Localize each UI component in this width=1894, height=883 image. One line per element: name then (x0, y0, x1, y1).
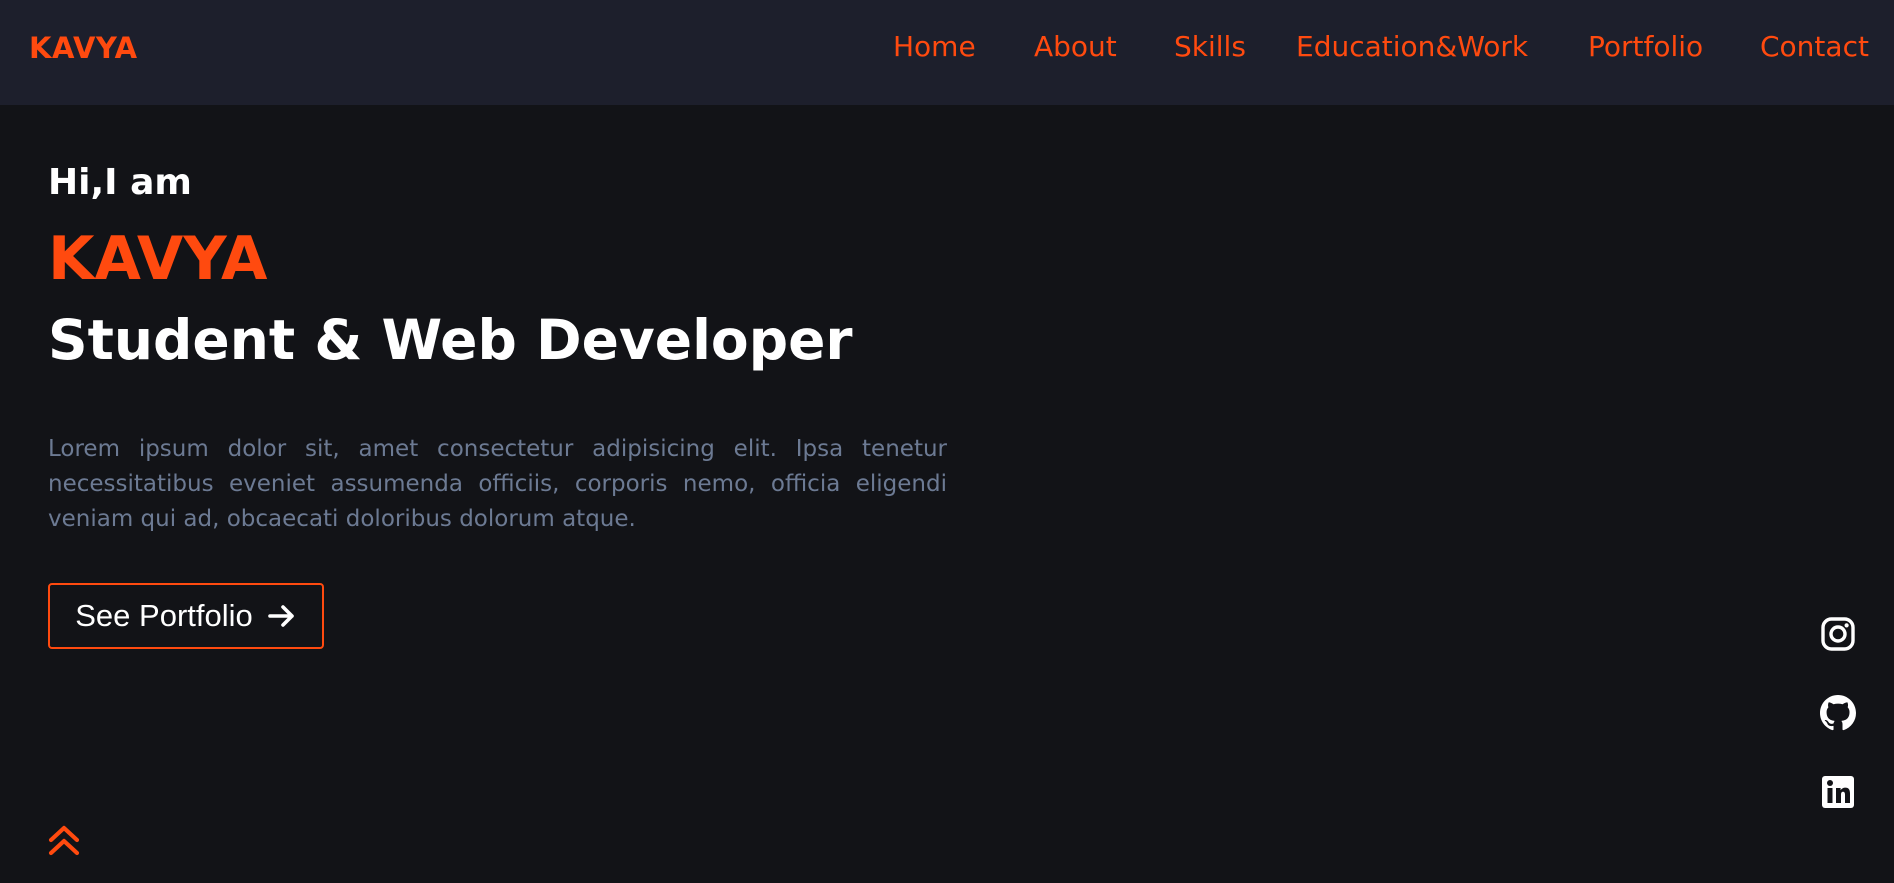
nav-link-contact[interactable]: Contact (1760, 29, 1869, 65)
nav-link-education-work[interactable]: Education&Work (1296, 29, 1528, 65)
nav-link-skills[interactable]: Skills (1174, 29, 1246, 65)
linkedin-link[interactable] (1820, 774, 1856, 810)
hero-name: KAVYA (48, 224, 268, 294)
hero-role: Student & Web Developer (48, 308, 853, 372)
see-portfolio-label: See Portfolio (75, 598, 253, 633)
nav-link-home[interactable]: Home (893, 29, 976, 65)
hero-greeting: Hi,I am (48, 162, 192, 203)
arrow-right-icon (267, 605, 294, 627)
logo[interactable]: KAVYA (29, 30, 138, 66)
navbar: KAVYA Home About Skills Education&Work P… (0, 0, 1894, 105)
github-link[interactable] (1820, 695, 1856, 731)
linkedin-icon (1822, 776, 1854, 808)
nav-link-portfolio[interactable]: Portfolio (1588, 29, 1703, 65)
instagram-link[interactable] (1820, 616, 1856, 652)
github-icon (1820, 695, 1856, 731)
see-portfolio-button[interactable]: See Portfolio (48, 583, 324, 649)
scroll-to-top-link[interactable] (48, 823, 80, 857)
hero-description: Lorem ipsum dolor sit, amet consectetur … (48, 436, 947, 532)
instagram-icon (1821, 617, 1855, 651)
double-chevron-up-icon (48, 825, 80, 856)
nav-link-about[interactable]: About (1034, 29, 1117, 65)
